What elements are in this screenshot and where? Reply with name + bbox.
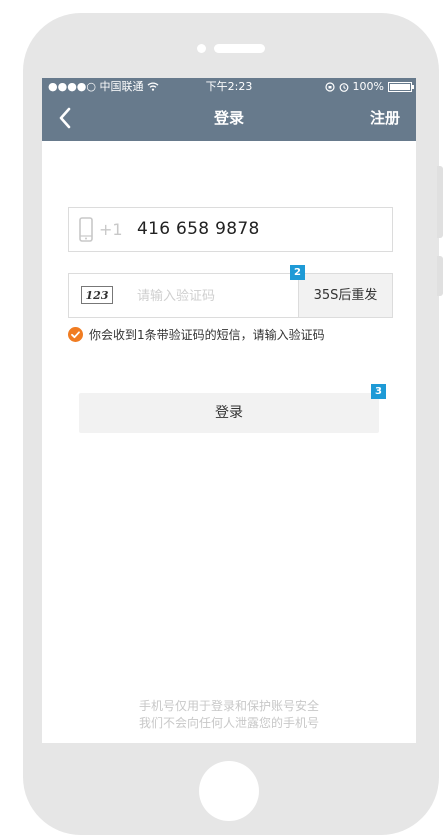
mobile-phone-icon xyxy=(79,217,93,242)
privacy-line-1: 手机号仅用于登录和保护账号安全 xyxy=(138,699,319,713)
status-bar: ●●●●○ 中国联通 下午2:23 100% xyxy=(42,78,416,96)
phone-number-value[interactable]: 416 658 9878 xyxy=(137,208,260,251)
volume-button xyxy=(437,166,443,238)
sms-notice-text: 你会收到1条带验证码的短信，请输入验证码 xyxy=(89,327,325,342)
step-badge-code: 2 xyxy=(290,265,305,280)
code-icon: 123 xyxy=(81,286,113,304)
battery-icon xyxy=(388,82,414,92)
verification-code-field[interactable]: 123 xyxy=(68,273,299,318)
front-camera xyxy=(197,44,206,53)
earpiece-speaker xyxy=(214,44,265,53)
nav-bar: 登录 注册 xyxy=(42,96,416,141)
battery-level xyxy=(390,84,410,90)
alarm-icon xyxy=(339,83,348,92)
resend-code-button[interactable]: 35S后重发 xyxy=(298,273,393,318)
privacy-line-2: 我们不会向任何人泄露您的手机号 xyxy=(138,716,319,730)
battery-percent: 100% xyxy=(352,80,384,93)
privacy-footer: 手机号仅用于登录和保护账号安全 我们不会向任何人泄露您的手机号 xyxy=(42,698,416,732)
phone-number-field[interactable]: +1 416 658 9878 xyxy=(68,207,393,252)
register-link[interactable]: 注册 xyxy=(370,96,400,141)
login-button[interactable]: 登录 xyxy=(79,393,379,433)
verification-code-input[interactable] xyxy=(137,285,287,307)
sms-notice: 你会收到1条带验证码的短信，请输入验证码 xyxy=(68,326,325,342)
step-badge-login: 3 xyxy=(371,384,386,399)
status-right: 100% xyxy=(324,78,414,96)
page-title: 登录 xyxy=(213,109,244,127)
country-code[interactable]: +1 xyxy=(99,208,123,251)
power-button xyxy=(437,256,443,296)
phone-screen: ●●●●○ 中国联通 下午2:23 100% 登录 注册 +1 416 658 … xyxy=(42,78,416,743)
check-circle-icon xyxy=(68,326,83,342)
home-button[interactable] xyxy=(199,761,259,821)
rotation-lock-icon xyxy=(324,82,335,92)
